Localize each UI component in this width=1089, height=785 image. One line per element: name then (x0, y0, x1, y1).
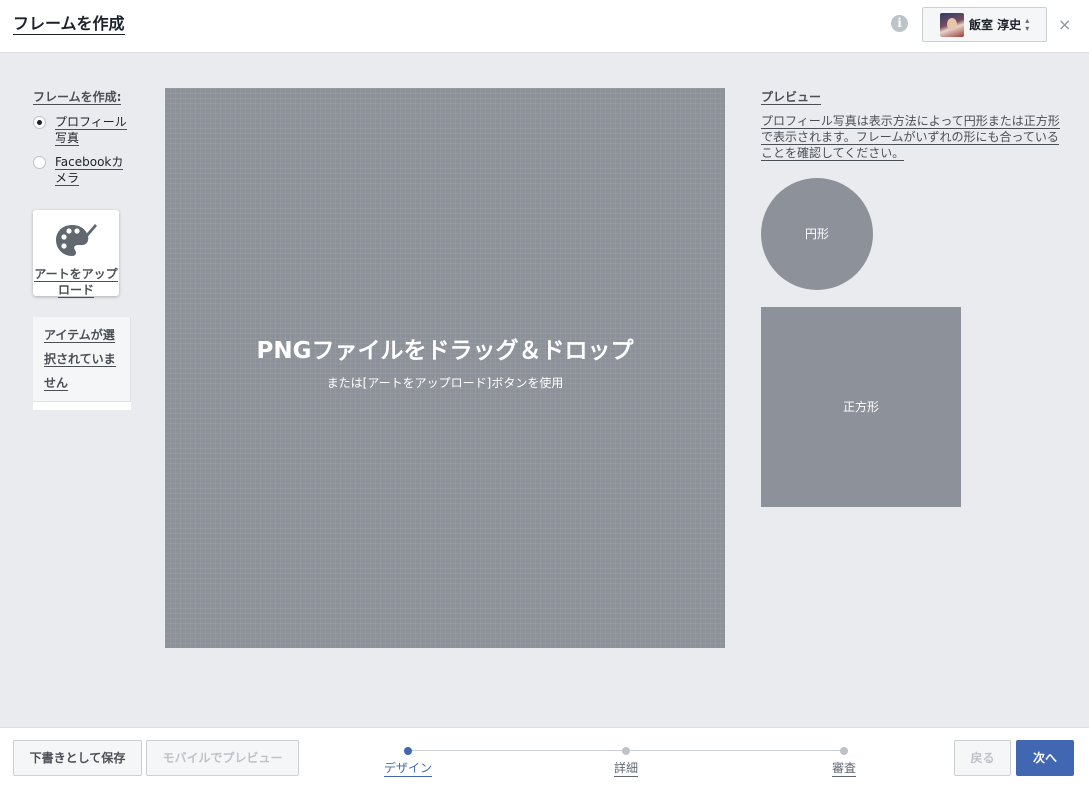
sort-icon: ▴ ▾ (1025, 15, 1030, 33)
palette-icon (56, 224, 97, 256)
mobile-preview-button[interactable]: モバイルでプレビュー (146, 740, 299, 776)
items-panel-footer (33, 401, 131, 410)
avatar (940, 12, 964, 37)
radio-button[interactable] (33, 156, 46, 169)
header-bar: フレームを作成 i 飯室 淳史 ▴ ▾ × (0, 0, 1089, 53)
account-switcher-button[interactable]: 飯室 淳史 ▴ ▾ (922, 7, 1047, 42)
step-dot-details (622, 747, 630, 755)
option-label: プロフィール写真 (55, 115, 127, 146)
upload-art-button[interactable]: アートをアップロード (33, 210, 119, 298)
frame-type-title: フレームを作成: (33, 90, 122, 105)
back-button[interactable]: 戻る (954, 740, 1011, 776)
close-icon[interactable]: × (1058, 17, 1071, 33)
step-design[interactable]: デザイン (384, 760, 433, 777)
radio-button-selected[interactable] (33, 116, 46, 129)
frame-canvas-dropzone[interactable]: PNGファイルをドラッグ＆ドロップ または[アートをアップロード]ボタンを使用 (165, 88, 725, 648)
next-button[interactable]: 次へ (1016, 740, 1074, 776)
option-profile-photo[interactable]: プロフィール写真 (33, 114, 127, 146)
account-name: 飯室 淳史 (969, 18, 1022, 32)
option-label: Facebookカメラ (55, 155, 124, 186)
square-preview: 正方形 (761, 307, 961, 507)
step-dot-review (840, 747, 848, 755)
circle-preview: 円形 (761, 178, 873, 290)
step-dot-design (404, 747, 412, 755)
page-title: フレームを作成 (13, 14, 125, 35)
preview-title: プレビュー (761, 90, 822, 105)
items-panel: アイテムが選択されていません (33, 317, 131, 410)
drop-title: PNGファイルをドラッグ＆ドロップ (256, 338, 634, 364)
option-facebook-camera[interactable]: Facebookカメラ (33, 154, 127, 186)
footer-bar: 下書きとして保存 モバイルでプレビュー デザイン 詳細 審査 戻る 次へ (0, 727, 1089, 785)
no-items-text: アイテムが選択されていません (44, 328, 116, 391)
save-draft-button[interactable]: 下書きとして保存 (13, 740, 142, 776)
preview-description: プロフィール写真は表示方法によって円形または正方形で表示されます。フレームがいず… (761, 114, 1060, 161)
step-details[interactable]: 詳細 (614, 760, 639, 777)
drop-subtitle: または[アートをアップロード]ボタンを使用 (326, 376, 564, 390)
info-icon[interactable]: i (891, 15, 908, 32)
upload-art-label: アートをアップロード (34, 267, 118, 298)
step-review[interactable]: 審査 (832, 760, 857, 777)
